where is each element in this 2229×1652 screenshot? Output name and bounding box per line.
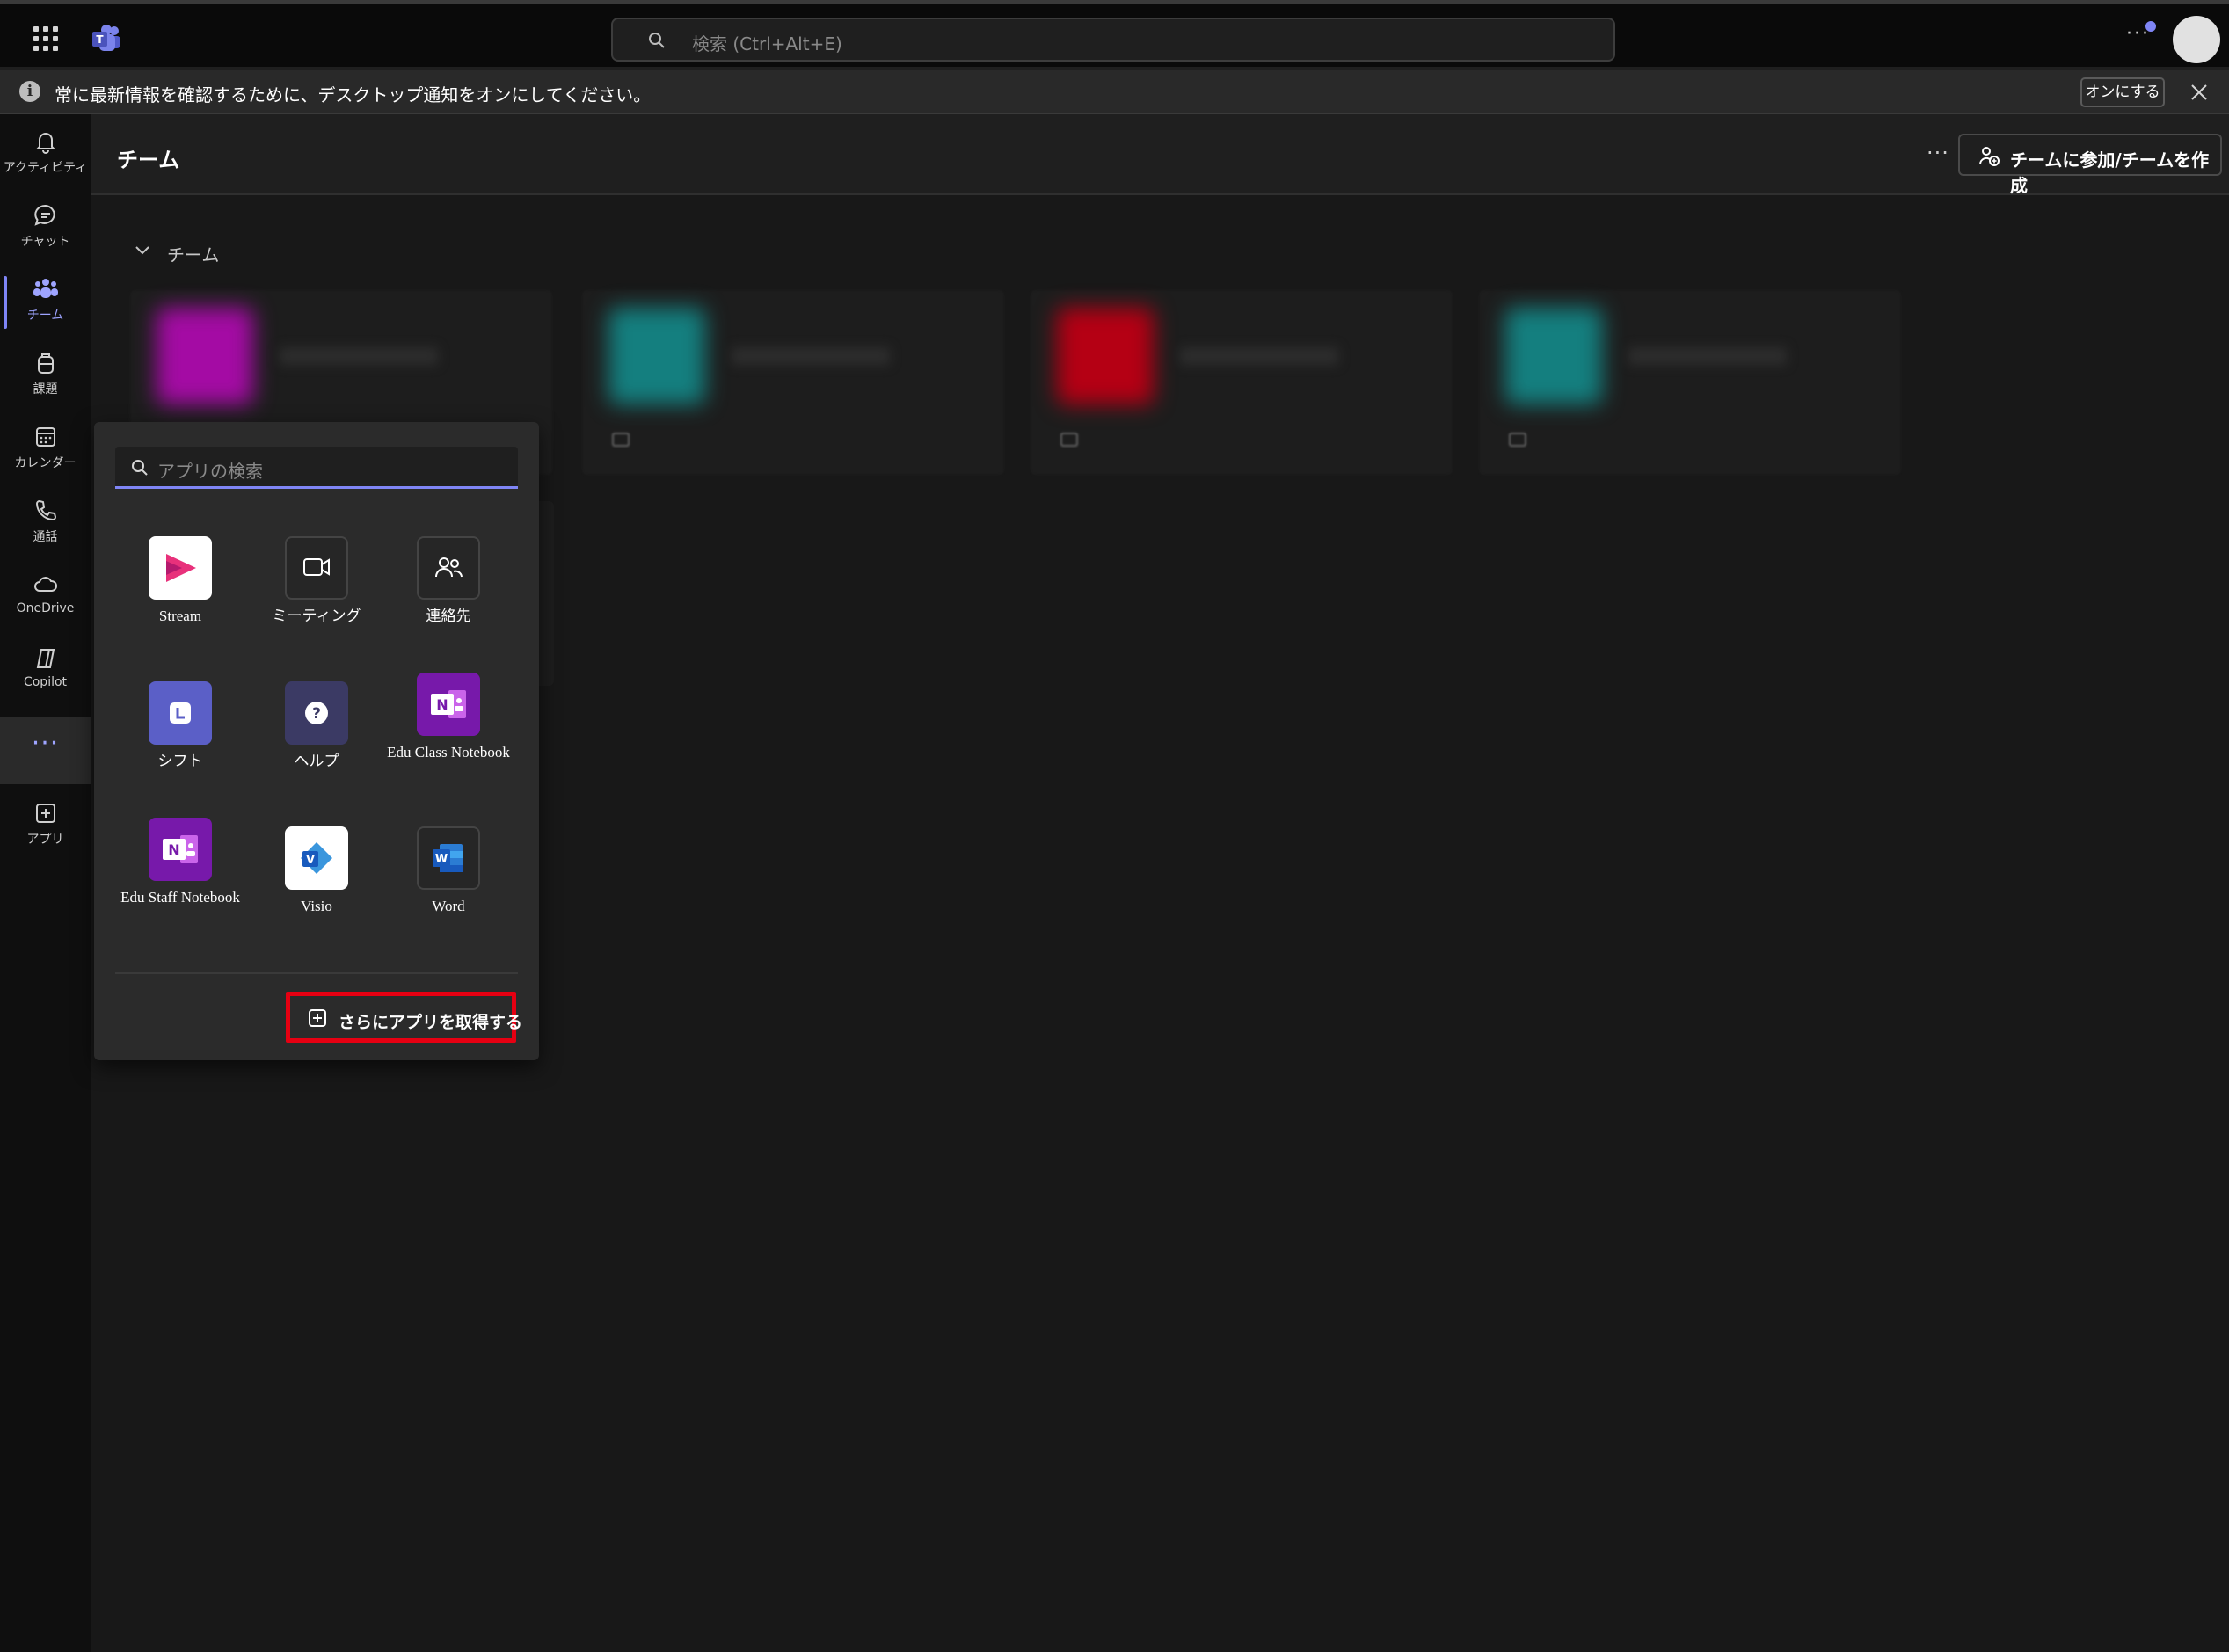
stream-icon (149, 536, 212, 600)
svg-text:N: N (168, 841, 179, 858)
get-more-apps-label: さらにアプリを取得する (339, 1013, 523, 1032)
app-label: Visio (301, 898, 332, 914)
svg-text:V: V (306, 854, 315, 867)
add-app-icon (309, 1009, 326, 1027)
backpack-icon (37, 353, 54, 374)
rail-item-label: 通話 (33, 530, 58, 544)
rail-item-onedrive[interactable]: OneDrive (0, 563, 91, 633)
app-label: Stream (158, 608, 202, 624)
rail-item-assignments[interactable]: 課題 (0, 341, 91, 411)
rail-item-label: Copilot (23, 675, 68, 689)
calendar-icon (35, 427, 55, 447)
add-app-icon (35, 804, 55, 823)
bell-icon (35, 133, 55, 154)
svg-text:?: ? (312, 705, 321, 723)
rail-item-label: アプリ (26, 833, 64, 847)
more-options-icon[interactable]: ··· (1927, 141, 1949, 165)
add-people-icon (1978, 147, 2000, 166)
svg-text:W: W (435, 853, 448, 866)
rail-item-copilot[interactable]: Copilot (0, 637, 91, 707)
info-icon: i (19, 81, 40, 102)
app-tile-edu-class-notebook[interactable]: N Edu Class Notebook (382, 673, 514, 787)
onenote-staff-icon: N (149, 818, 212, 881)
app-rail: アクティビティ チャット チーム 課題 カレンダー 通話 OneDrive Co… (0, 114, 91, 1652)
app-tile-word[interactable]: W Word (382, 826, 514, 941)
visio-icon: V (285, 826, 348, 890)
join-button-label: チームに参加/チームを作成 (2010, 149, 2210, 196)
app-label: Edu Class Notebook (387, 744, 510, 761)
word-icon: W (417, 826, 480, 890)
chat-icon (33, 204, 55, 226)
page-header: チーム ··· チームに参加/チームを作成 (91, 114, 2229, 196)
page-title: チーム (117, 148, 180, 172)
app-tile-visio[interactable]: V Visio (251, 826, 382, 941)
help-icon: ? (285, 681, 348, 745)
join-or-create-team-button[interactable]: チームに参加/チームを作成 (1958, 134, 2222, 196)
avatar[interactable] (2173, 16, 2220, 63)
notification-dot (2145, 21, 2156, 32)
teams-logo-icon: T (92, 25, 120, 51)
global-search-box[interactable]: 検索 (Ctrl+Alt+E) (611, 18, 1615, 62)
rail-item-label: カレンダー (14, 456, 76, 470)
rail-item-label: OneDrive (16, 601, 75, 615)
turn-on-notifications-button[interactable]: オンにする (2080, 77, 2165, 107)
app-search-input[interactable]: アプリの検索 (115, 447, 518, 489)
rail-item-label: アクティビティ (3, 161, 88, 175)
contacts-icon (417, 536, 480, 600)
rail-item-calls[interactable]: 通話 (0, 489, 91, 559)
copilot-icon (36, 649, 55, 668)
more-apps-button[interactable]: ··· (0, 717, 91, 784)
notification-banner: i 常に最新情報を確認するために、デスクトップ通知をオンにしてください。 オンに… (0, 70, 2229, 114)
app-search-placeholder: アプリの検索 (157, 461, 263, 482)
app-label: ヘルプ (294, 753, 339, 769)
teams-icon (33, 279, 58, 298)
search-icon (649, 33, 665, 48)
rail-item-label: チャット (20, 235, 70, 249)
notification-message: 常に最新情報を確認するために、デスクトップ通知をオンにしてください。 (55, 84, 652, 106)
rail-item-calendar[interactable]: カレンダー (0, 415, 91, 485)
search-placeholder: 検索 (Ctrl+Alt+E) (692, 33, 842, 55)
rail-item-activity[interactable]: アクティビティ (0, 120, 91, 190)
search-icon (132, 460, 148, 476)
svg-text:N: N (436, 696, 448, 713)
onenote-class-icon: N (417, 673, 480, 736)
app-tile-contacts[interactable]: 連絡先 (382, 536, 514, 651)
app-launcher-icon[interactable] (33, 26, 58, 51)
phone-icon (35, 499, 56, 521)
app-tile-shifts[interactable]: シフト (114, 681, 246, 796)
get-more-apps-button[interactable]: さらにアプリを取得する (286, 992, 522, 1043)
rail-item-apps[interactable]: アプリ (0, 791, 91, 862)
app-label: シフト (157, 753, 203, 769)
title-bar: T 検索 (Ctrl+Alt+E) ··· (0, 0, 2229, 67)
active-indicator (4, 276, 7, 329)
app-tile-help[interactable]: ? ヘルプ (251, 681, 382, 796)
cloud-icon (33, 577, 57, 592)
app-tile-meeting[interactable]: ミーティング (251, 536, 382, 651)
app-tile-edu-staff-notebook[interactable]: N Edu Staff Notebook (114, 818, 246, 932)
app-tile-stream[interactable]: Stream (114, 536, 246, 651)
rail-item-teams[interactable]: チーム (0, 267, 91, 338)
divider (115, 972, 518, 974)
shifts-icon (149, 681, 212, 745)
meeting-icon (285, 536, 348, 600)
rail-item-chat[interactable]: チャット (0, 193, 91, 264)
rail-item-label: 課題 (33, 382, 58, 397)
rail-item-label: チーム (26, 309, 64, 323)
close-icon[interactable] (2186, 79, 2212, 106)
app-label: Edu Staff Notebook (120, 889, 240, 906)
svg-text:T: T (96, 33, 104, 46)
app-label: ミーティング (272, 608, 361, 624)
app-label: Word (432, 898, 465, 914)
app-label: 連絡先 (426, 608, 471, 624)
apps-flyout: アプリの検索 Stream ミーティング 連絡先 シフト ? ヘルプ N Edu… (94, 422, 539, 1060)
